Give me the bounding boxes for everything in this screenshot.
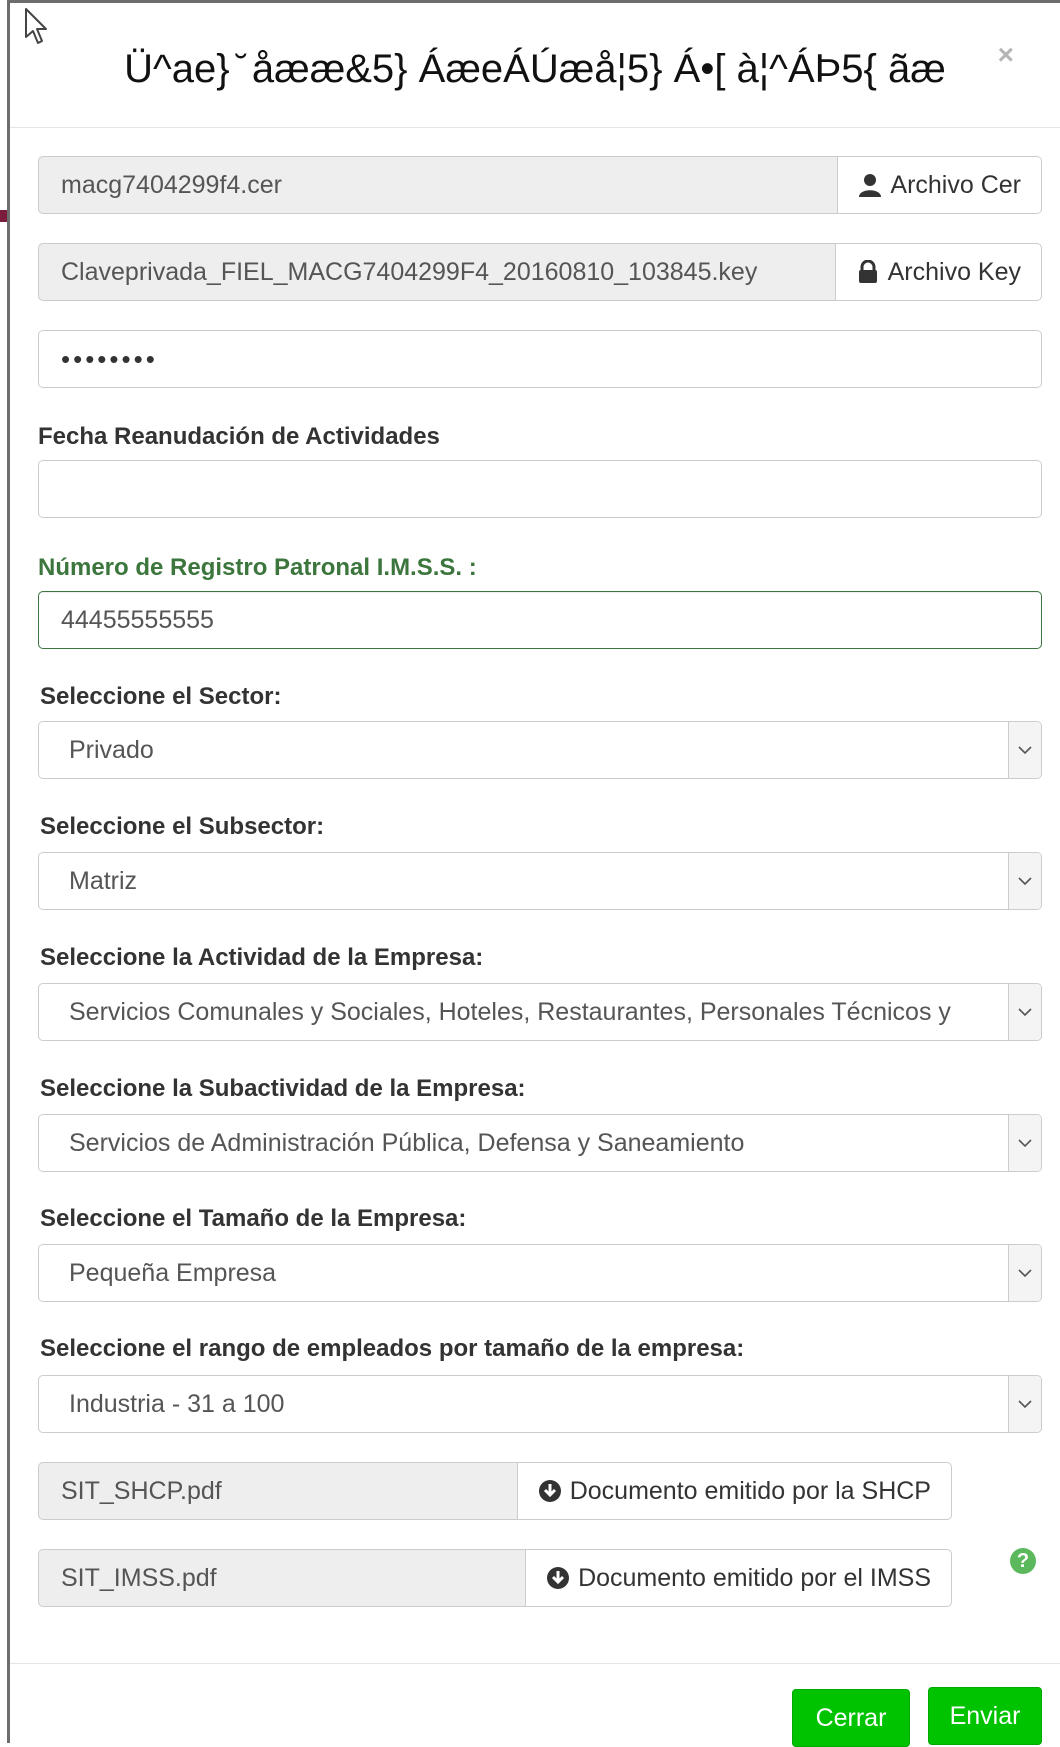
tamano-value: Pequeña Empresa xyxy=(69,1259,277,1287)
documento-shcp-label: Documento emitido por la SHCP xyxy=(569,1476,931,1505)
modal-title: Ü^ae} ̆ åææ&5} ÁæeÁÚæå¦5} Á•[ à¦^ÁÞ5{ ãæ xyxy=(124,47,946,91)
key-file-input[interactable]: Claveprivada_FIEL_MACG7404299F4_20160810… xyxy=(38,243,835,301)
chevron-down-icon[interactable] xyxy=(1008,984,1041,1040)
shcp-file-input[interactable]: SIT_SHCP.pdf xyxy=(38,1462,517,1520)
subactividad-select[interactable]: Servicios de Administración Pública, Def… xyxy=(38,1114,1042,1172)
cerrar-button[interactable]: Cerrar xyxy=(792,1689,910,1747)
actividad-select[interactable]: Servicios Comunales y Sociales, Hoteles,… xyxy=(38,983,1042,1041)
password-input[interactable]: •••••••• xyxy=(38,330,1042,388)
download-circle-icon xyxy=(547,1567,570,1589)
fecha-label: Fecha Reanudación de Actividades xyxy=(38,423,440,450)
help-icon[interactable]: ? xyxy=(1010,1548,1036,1574)
modal-header: Ü^ae} ̆ åææ&5} ÁæeÁÚæå¦5} Á•[ à¦^ÁÞ5{ ãæ… xyxy=(10,3,1060,128)
registro-patronal-label: Número de Registro Patronal I.M.S.S. : xyxy=(38,554,477,581)
chevron-down-icon[interactable] xyxy=(1008,1245,1041,1301)
chevron-down-icon[interactable] xyxy=(1008,722,1041,778)
modal-dialog: Ü^ae} ̆ åææ&5} ÁæeÁÚæå¦5} Á•[ à¦^ÁÞ5{ ãæ… xyxy=(10,0,1060,1747)
archivo-cer-button[interactable]: Archivo Cer xyxy=(837,156,1042,214)
subsector-label: Seleccione el Subsector: xyxy=(40,813,325,840)
actividad-label: Seleccione la Actividad de la Empresa: xyxy=(40,944,484,971)
fecha-input[interactable] xyxy=(38,460,1042,518)
background-window-edge xyxy=(0,0,10,1743)
chevron-down-icon[interactable] xyxy=(1008,1115,1041,1171)
archivo-key-label: Archivo Key xyxy=(887,257,1021,286)
archivo-cer-label: Archivo Cer xyxy=(890,170,1021,199)
sector-select[interactable]: Privado xyxy=(38,721,1042,779)
actividad-value: Servicios Comunales y Sociales, Hoteles,… xyxy=(69,998,951,1026)
close-icon[interactable]: × xyxy=(998,39,1014,71)
modal-footer-divider xyxy=(10,1663,1060,1664)
download-circle-icon xyxy=(538,1480,561,1502)
cer-file-input[interactable]: macg7404299f4.cer xyxy=(38,156,838,214)
shcp-document-group: SIT_SHCP.pdf Documento emitido por la SH… xyxy=(38,1462,952,1520)
background-accent xyxy=(0,210,7,222)
rango-label: Seleccione el rango de empleados por tam… xyxy=(40,1335,745,1362)
subsector-select[interactable]: Matriz xyxy=(38,852,1042,910)
user-icon xyxy=(859,174,882,197)
registro-patronal-input[interactable]: 44455555555 xyxy=(38,591,1042,649)
rango-value: Industria - 31 a 100 xyxy=(69,1390,285,1418)
sector-label: Seleccione el Sector: xyxy=(40,683,282,710)
imss-document-group: SIT_IMSS.pdf Documento emitido por el IM… xyxy=(38,1549,952,1607)
chevron-down-icon[interactable] xyxy=(1008,1376,1041,1432)
key-file-group: Claveprivada_FIEL_MACG7404299F4_20160810… xyxy=(38,243,1042,301)
documento-imss-button[interactable]: Documento emitido por el IMSS xyxy=(525,1549,952,1607)
enviar-button[interactable]: Enviar xyxy=(928,1687,1042,1745)
sector-value: Privado xyxy=(69,736,154,764)
archivo-key-button[interactable]: Archivo Key xyxy=(834,243,1042,301)
documento-imss-label: Documento emitido por el IMSS xyxy=(578,1563,931,1592)
subsector-value: Matriz xyxy=(69,867,138,895)
chevron-down-icon[interactable] xyxy=(1008,853,1041,909)
documento-shcp-button[interactable]: Documento emitido por la SHCP xyxy=(516,1462,952,1520)
lock-icon xyxy=(858,260,877,283)
subactividad-value: Servicios de Administración Pública, Def… xyxy=(69,1129,745,1157)
cer-file-group: macg7404299f4.cer Archivo Cer xyxy=(38,156,1042,214)
rango-select[interactable]: Industria - 31 a 100 xyxy=(38,1375,1042,1433)
tamano-select[interactable]: Pequeña Empresa xyxy=(38,1244,1042,1302)
imss-file-input[interactable]: SIT_IMSS.pdf xyxy=(38,1549,526,1607)
password-value: •••••••• xyxy=(61,343,158,374)
subactividad-label: Seleccione la Subactividad de la Empresa… xyxy=(40,1075,526,1102)
tamano-label: Seleccione el Tamaño de la Empresa: xyxy=(40,1205,467,1232)
